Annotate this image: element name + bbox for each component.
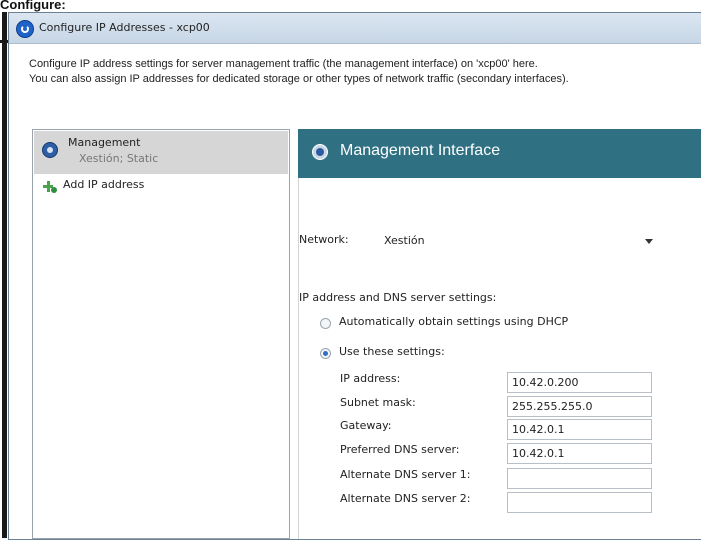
interface-list-panel: Management Xestión; Static Add IP addres… (32, 129, 290, 539)
network-select[interactable]: Xestión (377, 227, 665, 255)
intro-line-2: You can also assign IP addresses for ded… (29, 73, 569, 85)
interface-header: Management Interface (298, 129, 701, 178)
ip-address-input[interactable] (507, 372, 652, 393)
network-selected-value: Xestión (384, 234, 425, 247)
interface-icon (312, 144, 328, 160)
left-edge-line (2, 12, 7, 538)
management-interface-icon (42, 142, 58, 158)
alternate-dns-1-label: Alternate DNS server 1: (340, 468, 471, 481)
management-item-title: Management (68, 136, 141, 149)
preferred-dns-label: Preferred DNS server: (340, 443, 460, 456)
network-label: Network: (299, 233, 349, 246)
ip-dns-settings-label: IP address and DNS server settings: (299, 291, 497, 304)
gateway-input[interactable] (507, 419, 652, 440)
chevron-down-icon (645, 239, 653, 244)
add-ip-icon (43, 180, 57, 193)
alternate-dns-2-label: Alternate DNS server 2: (340, 492, 471, 505)
management-item-subtitle: Xestión; Static (79, 152, 159, 165)
window-title: Configure IP Addresses - xcp00 (39, 21, 210, 34)
add-ip-address-label: Add IP address (63, 178, 145, 191)
alternate-dns-1-input[interactable] (507, 468, 652, 489)
ip-address-label: IP address: (340, 372, 401, 385)
gateway-label: Gateway: (340, 419, 392, 432)
window-titlebar: Configure IP Addresses - xcp00 (9, 13, 701, 44)
dhcp-radio[interactable] (320, 318, 331, 329)
intro-line-1: Configure IP address settings for server… (29, 58, 538, 70)
preferred-dns-input[interactable] (507, 443, 652, 464)
static-settings-radio[interactable] (320, 348, 331, 359)
subnet-mask-input[interactable] (507, 396, 652, 417)
alternate-dns-2-input[interactable] (507, 492, 652, 513)
configure-ip-window: Configure IP Addresses - xcp00 Configure… (8, 12, 701, 540)
interface-header-title: Management Interface (340, 142, 501, 159)
interface-settings-body: Network: Xestión IP address and DNS serv… (298, 178, 701, 539)
intro-text: Configure IP address settings for server… (29, 57, 569, 87)
static-settings-radio-label[interactable]: Use these settings: (339, 345, 445, 358)
page-caption: Configure: (0, 0, 66, 12)
dhcp-radio-label[interactable]: Automatically obtain settings using DHCP (339, 315, 568, 328)
subnet-mask-label: Subnet mask: (340, 396, 416, 409)
interface-list-item-management[interactable]: Management Xestión; Static (34, 131, 288, 174)
xenserver-icon (16, 20, 34, 38)
